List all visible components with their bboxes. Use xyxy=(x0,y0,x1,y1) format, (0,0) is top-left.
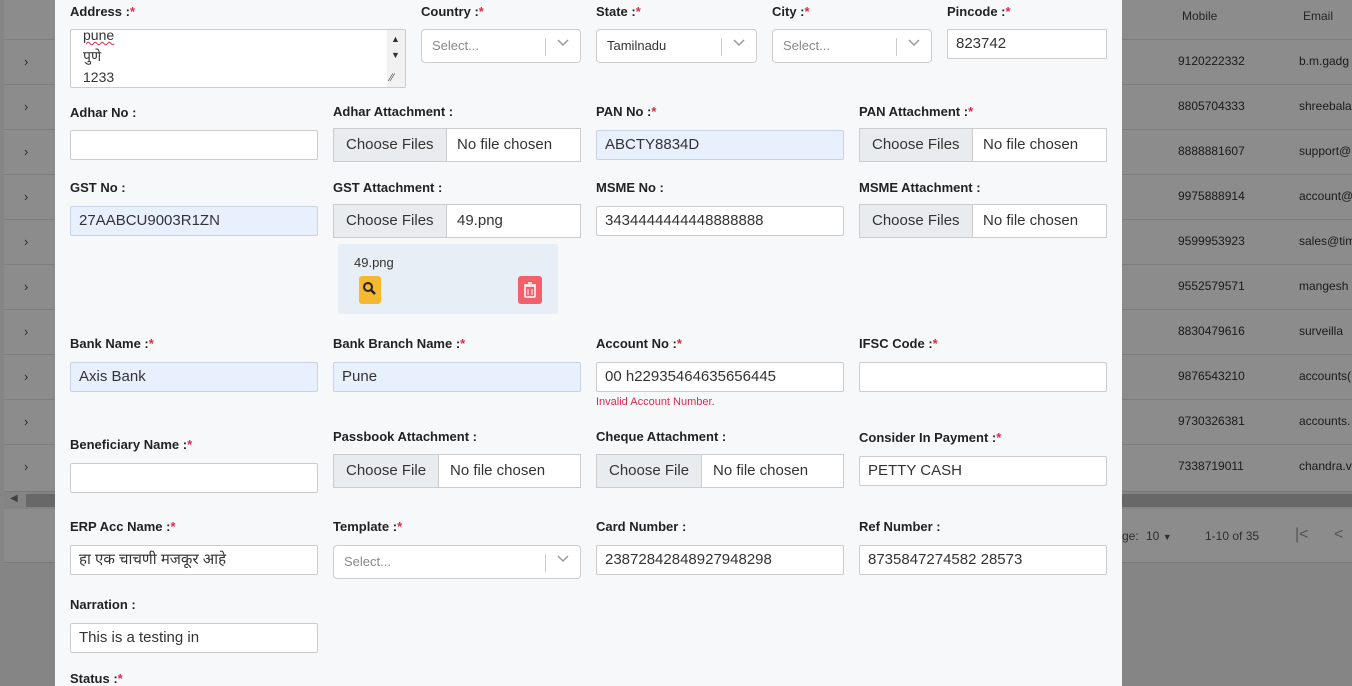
vendor-form-modal: Address :* pune पुणे 1233 ▲ ▼ ⁄⁄ Country… xyxy=(55,0,1122,686)
account-no-input[interactable]: 00 h22935464635656445 xyxy=(596,362,844,392)
select-separator xyxy=(545,554,546,572)
textarea-scrollbar[interactable]: ▲ ▼ ⁄⁄ xyxy=(387,30,405,87)
file-status: 49.png xyxy=(457,212,503,229)
scroll-up-icon[interactable]: ▲ xyxy=(391,34,400,44)
delete-attachment-button[interactable] xyxy=(518,276,542,304)
cheque-attachment-input[interactable]: Choose File No file chosen xyxy=(596,454,844,488)
choose-files-button[interactable]: Choose Files xyxy=(860,205,973,237)
template-placeholder: Select... xyxy=(344,554,391,569)
gst-attachment-preview: 49.png xyxy=(338,244,558,314)
card-number-input[interactable]: 23872842848927948298 xyxy=(596,545,844,575)
city-placeholder: Select... xyxy=(783,38,830,53)
resize-handle-icon[interactable]: ⁄⁄ xyxy=(390,72,394,84)
account-no-label: Account No :* xyxy=(596,336,682,351)
country-select[interactable]: Select... xyxy=(421,29,581,63)
view-attachment-button[interactable] xyxy=(359,276,381,304)
erp-acc-name-label: ERP Acc Name :* xyxy=(70,519,176,534)
address-line-2: पुणे xyxy=(83,48,102,64)
ref-number-label: Ref Number : xyxy=(859,519,941,534)
chevron-down-icon xyxy=(908,39,920,47)
address-textarea[interactable]: pune पुणे 1233 ▲ ▼ ⁄⁄ xyxy=(70,29,406,88)
adhar-attachment-input[interactable]: Choose Files No file chosen xyxy=(333,128,581,162)
gst-no-input[interactable]: 27AABCU9003R1ZN xyxy=(70,206,318,236)
pincode-label: Pincode :* xyxy=(947,4,1011,19)
msme-attachment-label: MSME Attachment : xyxy=(859,180,981,195)
status-label: Status :* xyxy=(70,671,123,686)
file-status: No file chosen xyxy=(457,136,553,153)
bank-name-label: Bank Name :* xyxy=(70,336,154,351)
file-status: No file chosen xyxy=(713,462,809,479)
city-label: City :* xyxy=(772,4,810,19)
msme-no-label: MSME No : xyxy=(596,180,664,195)
ifsc-label: IFSC Code :* xyxy=(859,336,938,351)
gst-attachment-label: GST Attachment : xyxy=(333,180,443,195)
gst-no-label: GST No : xyxy=(70,180,126,195)
state-select[interactable]: Tamilnadu xyxy=(596,29,757,63)
chevron-down-icon xyxy=(557,555,569,563)
narration-label: Narration : xyxy=(70,597,136,612)
beneficiary-label: Beneficiary Name :* xyxy=(70,437,193,452)
erp-acc-name-input[interactable]: हा एक चाचणी मजकूर आहे xyxy=(70,545,318,575)
trash-icon xyxy=(524,282,536,298)
template-label: Template :* xyxy=(333,519,403,534)
cheque-attachment-label: Cheque Attachment : xyxy=(596,429,727,444)
adhar-attachment-label: Adhar Attachment : xyxy=(333,104,454,119)
state-label: State :* xyxy=(596,4,641,19)
choose-files-button[interactable]: Choose Files xyxy=(334,129,447,161)
choose-file-button[interactable]: Choose File xyxy=(597,455,703,487)
select-separator xyxy=(545,38,546,56)
chevron-down-icon xyxy=(557,39,569,47)
msme-no-input[interactable]: 3434444444448888888 xyxy=(596,206,844,236)
city-select[interactable]: Select... xyxy=(772,29,932,63)
account-no-error: Invalid Account Number. xyxy=(596,396,715,408)
address-line-1: pune xyxy=(83,29,115,43)
gst-attachment-input[interactable]: Choose Files 49.png xyxy=(333,204,581,238)
choose-file-button[interactable]: Choose File xyxy=(334,455,440,487)
adhar-no-label: Adhar No : xyxy=(70,105,137,120)
bank-branch-label: Bank Branch Name :* xyxy=(333,336,466,351)
country-placeholder: Select... xyxy=(432,38,479,53)
select-separator xyxy=(896,38,897,56)
search-icon xyxy=(363,282,376,295)
pan-attachment-input[interactable]: Choose Files No file chosen xyxy=(859,128,1107,162)
chevron-down-icon xyxy=(733,39,745,47)
card-number-label: Card Number : xyxy=(596,519,687,534)
msme-attachment-input[interactable]: Choose Files No file chosen xyxy=(859,204,1107,238)
file-status: No file chosen xyxy=(983,136,1079,153)
narration-input[interactable]: This is a testing in xyxy=(70,623,318,653)
pan-attachment-label: PAN Attachment :* xyxy=(859,104,974,119)
scroll-down-icon[interactable]: ▼ xyxy=(391,50,400,60)
consider-payment-input[interactable]: PETTY CASH xyxy=(859,456,1107,486)
beneficiary-input[interactable] xyxy=(70,463,318,493)
address-label: Address :* xyxy=(70,4,136,19)
passbook-attachment-label: Passbook Attachment : xyxy=(333,429,477,444)
country-label: Country :* xyxy=(421,4,484,19)
choose-files-button[interactable]: Choose Files xyxy=(334,205,447,237)
preview-file-name: 49.png xyxy=(354,255,394,270)
adhar-no-input[interactable] xyxy=(70,130,318,160)
state-value: Tamilnadu xyxy=(607,38,667,53)
template-select[interactable]: Select... xyxy=(333,545,581,579)
ifsc-input[interactable] xyxy=(859,362,1107,392)
pan-no-label: PAN No :* xyxy=(596,104,657,119)
bank-name-input[interactable]: Axis Bank xyxy=(70,362,318,392)
address-line-3: 1233 xyxy=(83,69,115,85)
pincode-input[interactable]: 823742 xyxy=(947,29,1107,59)
file-status: No file chosen xyxy=(983,212,1079,229)
bank-branch-input[interactable]: Pune xyxy=(333,362,581,392)
pan-no-input[interactable]: ABCTY8834D xyxy=(596,130,844,160)
ref-number-input[interactable]: 8735847274582 28573 xyxy=(859,545,1107,575)
select-separator xyxy=(721,38,722,56)
consider-payment-label: Consider In Payment :* xyxy=(859,430,1002,445)
file-status: No file chosen xyxy=(450,462,546,479)
choose-files-button[interactable]: Choose Files xyxy=(860,129,973,161)
passbook-attachment-input[interactable]: Choose File No file chosen xyxy=(333,454,581,488)
